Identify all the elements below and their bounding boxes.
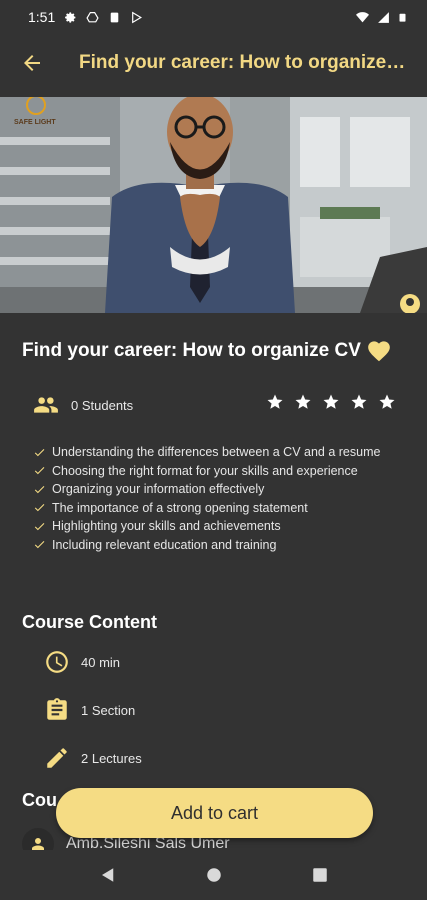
star-icon xyxy=(351,394,367,409)
clock-icon xyxy=(46,651,68,673)
people-icon xyxy=(34,397,58,413)
content-duration: 40 min xyxy=(44,649,120,675)
outcome-text: The importance of a strong opening state… xyxy=(52,500,308,515)
clipboard-icon xyxy=(110,12,119,22)
status-time: 1:51 xyxy=(28,9,56,25)
heart-icon[interactable] xyxy=(366,338,392,362)
outcome-text: Including relevant education and trainin… xyxy=(52,537,277,552)
rating-stars xyxy=(266,393,396,411)
add-to-cart-button[interactable]: Add to cart xyxy=(56,788,373,838)
content-lectures: 2 Lectures xyxy=(44,745,142,771)
outcome-text: Highlighting your skills and achievement… xyxy=(52,519,281,534)
outcome-item: Highlighting your skills and achievement… xyxy=(33,517,380,536)
outcome-text: Organizing your information effectively xyxy=(52,482,265,497)
star-icon xyxy=(323,394,339,409)
thumbnail-illustration: SAFE LIGHT xyxy=(0,97,427,313)
assignment-icon xyxy=(47,698,67,720)
students-label: 0 Students xyxy=(71,397,134,413)
outcome-item: Choosing the right format for your skill… xyxy=(33,462,380,481)
outcome-text: Choosing the right format for your skill… xyxy=(52,463,358,478)
check-icon xyxy=(34,448,45,457)
course-content-heading: Course Content xyxy=(22,612,157,632)
check-icon xyxy=(34,522,45,531)
star-icon xyxy=(295,394,311,409)
learning-outcomes: Understanding the differences between a … xyxy=(33,443,380,554)
content-sections: 1 Section xyxy=(44,697,135,723)
system-nav-bar xyxy=(0,850,427,900)
check-icon xyxy=(34,467,45,475)
page-title: Find your career: How to organize C... xyxy=(79,52,407,73)
status-left: 1:51 xyxy=(28,9,143,25)
check-icon xyxy=(34,541,45,549)
star-icon xyxy=(379,394,395,409)
back-triangle-icon[interactable] xyxy=(99,866,117,884)
drive-icon xyxy=(86,11,99,22)
star-icon xyxy=(267,394,283,409)
wifi-icon xyxy=(356,11,369,22)
outcome-item: The importance of a strong opening state… xyxy=(33,499,380,518)
outcome-item: Organizing your information effectively xyxy=(33,480,380,499)
course-title: Find your career: How to organize CV xyxy=(22,340,361,361)
check-icon xyxy=(34,485,45,494)
status-bar: 1:51 xyxy=(0,0,427,34)
lectures-label: 2 Lectures xyxy=(81,750,142,766)
instructor-heading: Cou xyxy=(22,790,57,810)
gear-icon xyxy=(65,11,76,23)
outcome-item: Understanding the differences between a … xyxy=(33,443,380,462)
sections-label: 1 Section xyxy=(81,702,136,718)
status-right xyxy=(356,11,407,24)
outcome-item: Including relevant education and trainin… xyxy=(33,536,380,555)
pencil-icon xyxy=(47,748,67,768)
students-count: 0 Students xyxy=(33,395,133,415)
app-bar: Find your career: How to organize C... xyxy=(0,34,427,94)
battery-icon xyxy=(399,13,406,22)
play-store-icon xyxy=(132,11,143,23)
arrow-left-icon[interactable] xyxy=(20,51,44,75)
check-icon xyxy=(34,504,45,512)
logo-text: SAFE LIGHT xyxy=(14,119,56,126)
home-circle-icon[interactable] xyxy=(205,866,223,884)
outcome-text: Understanding the differences between a … xyxy=(52,445,381,460)
duration-label: 40 min xyxy=(81,654,121,670)
course-thumbnail[interactable]: SAFE LIGHT xyxy=(0,97,427,313)
recents-square-icon[interactable] xyxy=(311,866,329,884)
signal-icon xyxy=(378,11,389,23)
